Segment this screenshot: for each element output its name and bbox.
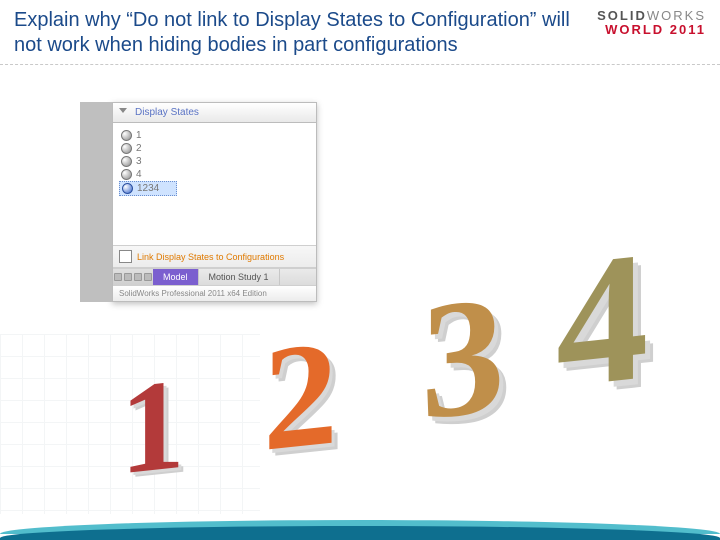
tree-item-label: 3	[136, 156, 142, 167]
tree-item-label: 4	[136, 169, 142, 180]
tree-item-label: 1234	[137, 183, 159, 194]
tree-item-label: 2	[136, 143, 142, 154]
numeral-2: 2	[263, 306, 338, 486]
panel-header[interactable]: Display States	[113, 103, 316, 123]
tab-motion-study[interactable]: Motion Study 1	[199, 269, 280, 285]
brand-line-2: WORLD 2011	[597, 22, 706, 37]
state-icon	[121, 156, 132, 167]
divider	[0, 64, 720, 65]
checkbox-icon[interactable]	[119, 250, 132, 263]
chevron-down-icon	[119, 108, 127, 113]
state-icon	[121, 169, 132, 180]
status-bar: SolidWorks Professional 2011 x64 Edition	[113, 285, 316, 301]
brand-bold: SOLID	[597, 8, 647, 23]
display-state-tree: 1 2 3 4 1234	[113, 123, 316, 245]
state-icon	[121, 130, 132, 141]
link-checkbox-row[interactable]: Link Display States to Configurations	[113, 245, 316, 268]
tree-item-selected[interactable]: 1234	[119, 181, 177, 196]
display-states-panel: Display States 1 2 3 4 1234 Link Display…	[112, 102, 317, 302]
bottom-tabs: Model Motion Study 1	[113, 268, 316, 285]
tree-item[interactable]: 2	[121, 142, 312, 155]
tab-scroll-controls[interactable]	[113, 269, 153, 285]
checkbox-label: Link Display States to Configurations	[137, 252, 284, 262]
tree-item[interactable]: 3	[121, 155, 312, 168]
state-icon	[121, 143, 132, 154]
brand-rest: WORKS	[647, 8, 706, 23]
panel-header-label: Display States	[135, 107, 199, 118]
tree-item[interactable]: 4	[121, 168, 312, 181]
brand-line-1: SOLIDWORKS	[597, 8, 706, 23]
tab-model[interactable]: Model	[153, 269, 199, 285]
numeral-1: 1	[120, 349, 185, 506]
slide-title: Explain why “Do not link to Display Stat…	[14, 8, 574, 58]
footer-wave	[0, 512, 720, 540]
brand-logo: SOLIDWORKS WORLD 2011	[597, 8, 706, 37]
slide: Explain why “Do not link to Display Stat…	[0, 0, 720, 540]
tree-item[interactable]: 1	[121, 129, 312, 142]
state-active-icon	[122, 183, 133, 194]
tree-item-label: 1	[136, 130, 142, 141]
numeral-3: 3	[421, 258, 505, 460]
numeral-4: 4	[556, 209, 649, 432]
